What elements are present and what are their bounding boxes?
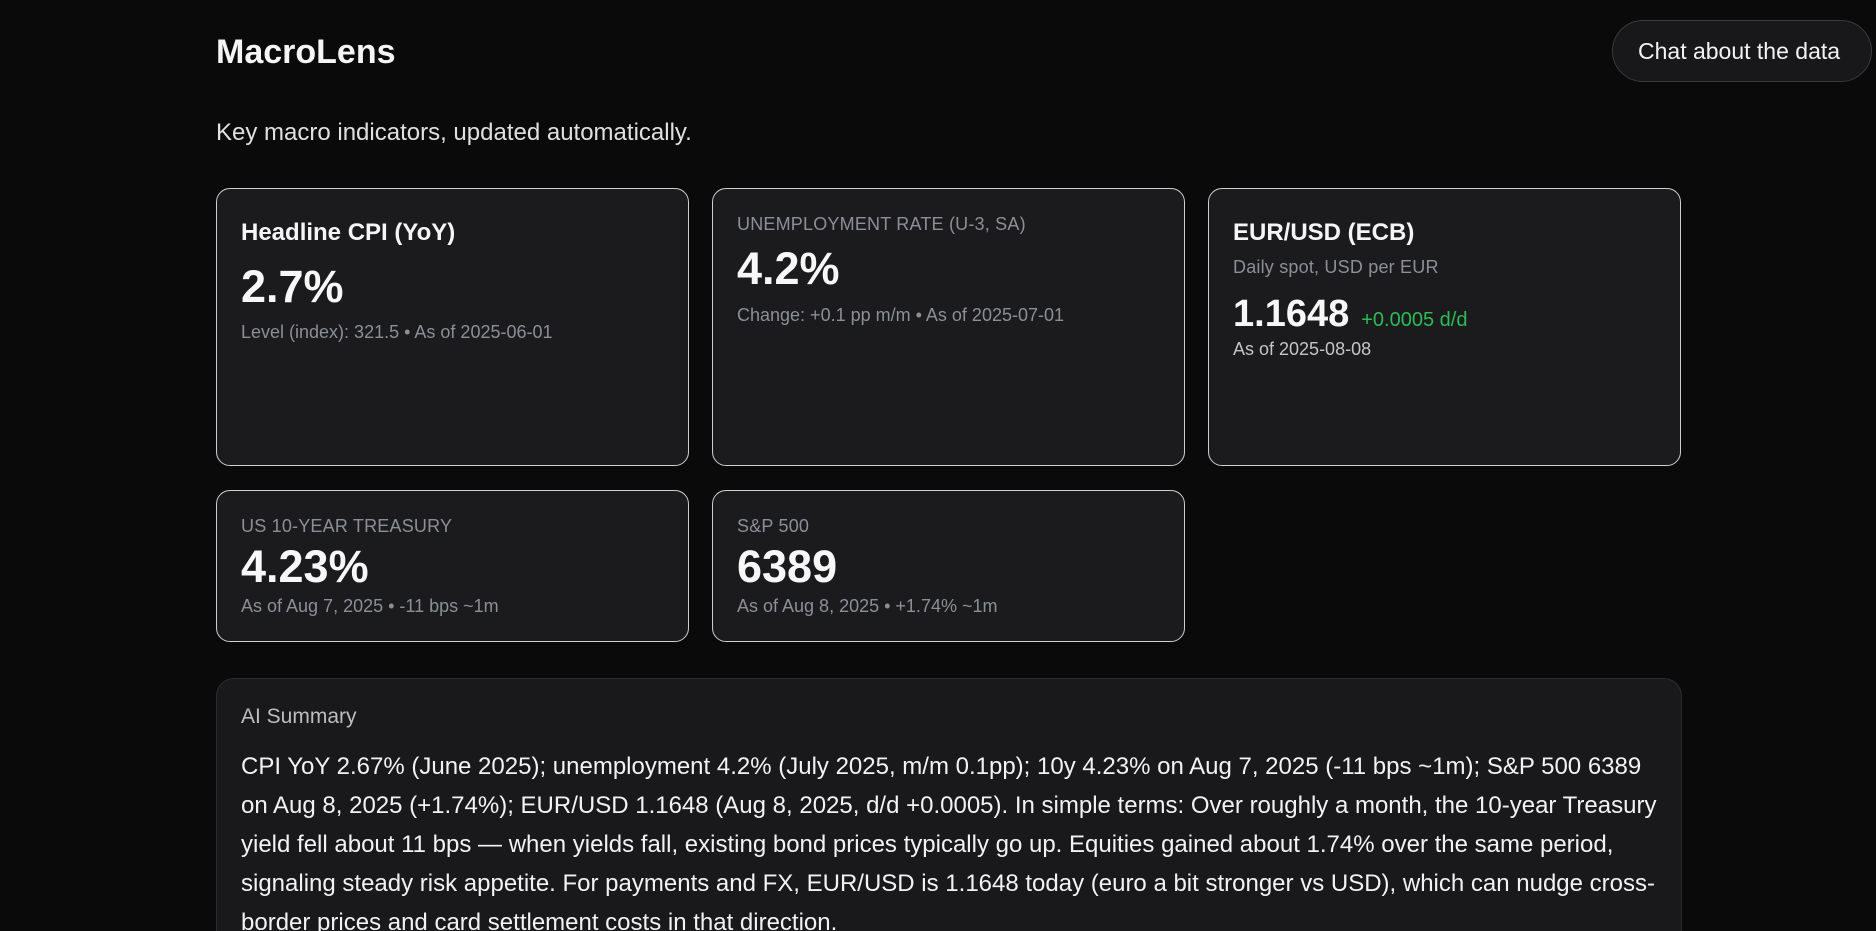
unemployment-value: 4.2%: [737, 243, 840, 294]
sp500-meta: As of Aug 8, 2025 • +1.74% ~1m: [737, 596, 998, 616]
eurusd-as-of: As of 2025-08-08: [1233, 339, 1372, 359]
app-title: MacroLens: [216, 33, 396, 71]
treasury-meta: As of Aug 7, 2025 • -11 bps ~1m: [241, 596, 499, 616]
eurusd-value-row: 1.1648 +0.0005 d/d: [1233, 293, 1467, 336]
sp500-label: S&P 500: [737, 516, 810, 536]
treasury-card: US 10-YEAR TREASURY 4.23% As of Aug 7, 2…: [216, 490, 689, 642]
eurusd-change: +0.0005 d/d: [1361, 309, 1468, 331]
cpi-value: 2.7%: [241, 261, 344, 312]
unemployment-card: UNEMPLOYMENT RATE (U-3, SA) 4.2% Change:…: [712, 188, 1185, 466]
ai-summary-panel: AI Summary CPI YoY 2.67% (June 2025); un…: [216, 678, 1682, 931]
eurusd-card: EUR/USD (ECB) Daily spot, USD per EUR 1.…: [1208, 188, 1681, 466]
eurusd-value: 1.1648: [1233, 293, 1350, 335]
page-subtitle: Key macro indicators, updated automatica…: [216, 119, 692, 146]
sp500-value: 6389: [737, 541, 838, 592]
treasury-value: 4.23%: [241, 541, 369, 592]
cpi-card-heading: Headline CPI (YoY): [241, 219, 456, 246]
chat-about-data-button[interactable]: Chat about the data: [1612, 20, 1872, 82]
ai-summary-title: AI Summary: [241, 705, 357, 728]
cpi-meta: Level (index): 321.5 • As of 2025-06-01: [241, 322, 553, 342]
eurusd-subheading: Daily spot, USD per EUR: [1233, 257, 1439, 277]
cpi-card: Headline CPI (YoY) 2.7% Level (index): 3…: [216, 188, 689, 466]
sp500-card: S&P 500 6389 As of Aug 8, 2025 • +1.74% …: [712, 490, 1185, 642]
eurusd-card-heading: EUR/USD (ECB): [1233, 219, 1415, 246]
ai-summary-text: CPI YoY 2.67% (June 2025); unemployment …: [241, 753, 1657, 931]
treasury-label: US 10-YEAR TREASURY: [241, 516, 453, 536]
unemployment-meta: Change: +0.1 pp m/m • As of 2025-07-01: [737, 305, 1065, 325]
dashboard-page: MacroLens Chat about the data Key macro …: [0, 0, 1876, 931]
unemployment-label: UNEMPLOYMENT RATE (U-3, SA): [737, 214, 1026, 234]
